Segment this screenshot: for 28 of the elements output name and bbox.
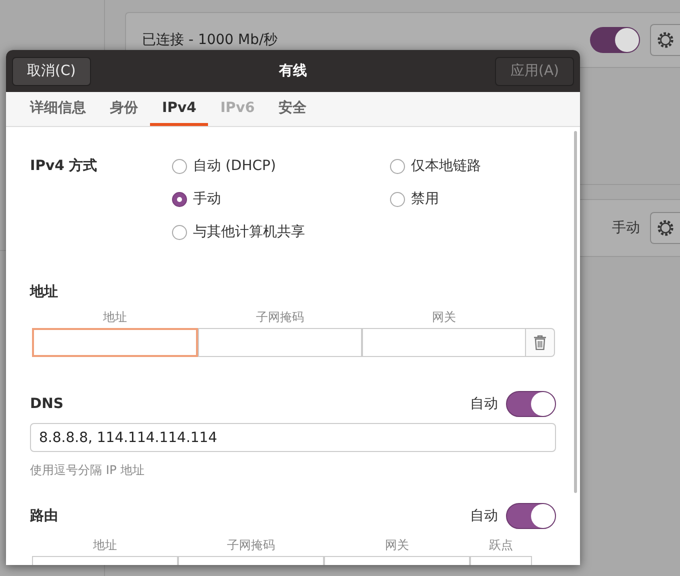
column-header: 子网掩码 <box>255 309 305 326</box>
column-header: 网关 <box>431 309 457 326</box>
dns-field[interactable]: 8.8.8.8, 114.114.114.114 <box>30 423 556 452</box>
connection-status: 已连接 - 1000 Mb/秒 <box>142 31 279 49</box>
auto-label: 自动 <box>470 395 498 413</box>
column-header: 跃点 <box>488 537 514 554</box>
dialog-title: 有线 <box>278 62 308 80</box>
section-label: IPv4 方式 <box>30 156 98 176</box>
column-header: 子网掩码 <box>226 537 276 554</box>
tab[interactable]: 身份 <box>98 92 150 126</box>
column-header: 地址 <box>92 537 118 554</box>
column-header: 地址 <box>102 309 128 326</box>
cancel-button[interactable]: 取消(C) <box>12 56 91 86</box>
section-title: 地址 <box>30 283 59 301</box>
tab[interactable]: 详细信息 <box>18 92 98 126</box>
radio-option[interactable]: 与其他计算机共享 <box>172 221 390 243</box>
section-title: DNS <box>30 396 64 412</box>
column-header: 网关 <box>384 537 410 554</box>
tab[interactable]: IPv4 <box>150 92 208 126</box>
radio-option[interactable]: 自动 (DHCP) <box>172 155 390 177</box>
tab[interactable]: 安全 <box>266 92 319 126</box>
method-value: 手动 <box>612 219 640 237</box>
radio-option[interactable]: 手动 <box>172 188 390 210</box>
section-title: 路由 <box>30 507 59 525</box>
radio-option[interactable]: 禁用 <box>390 188 550 210</box>
auto-label: 自动 <box>470 507 498 525</box>
hint-text: 使用逗号分隔 IP 地址 <box>30 462 146 479</box>
radio-option[interactable]: 仅本地链路 <box>390 155 550 177</box>
